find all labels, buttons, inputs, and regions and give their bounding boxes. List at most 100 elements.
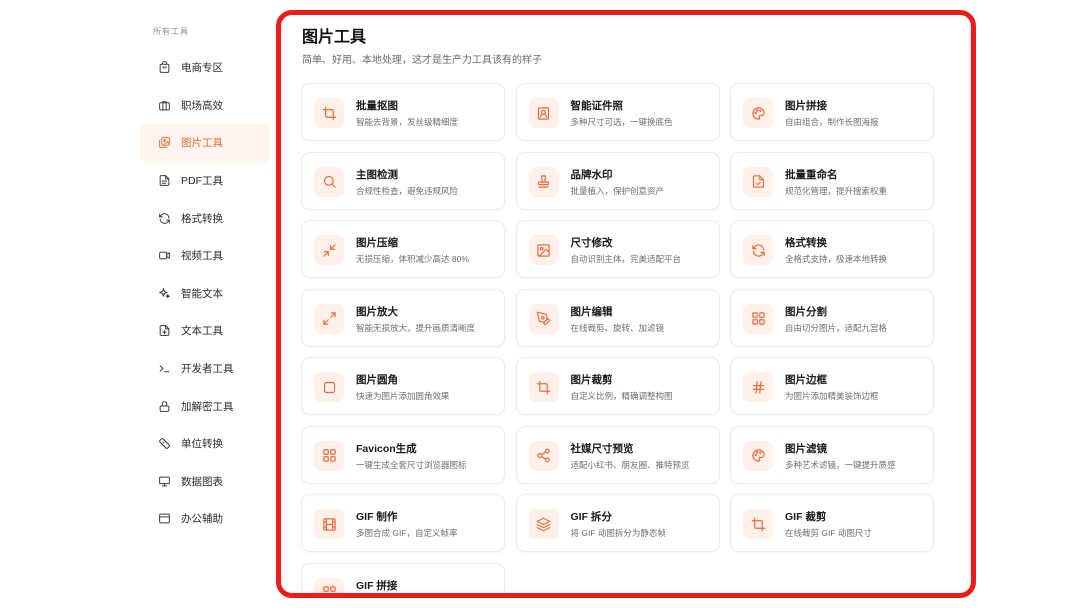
video-icon bbox=[158, 249, 171, 262]
tool-name: 图片圆角 bbox=[356, 374, 398, 386]
sidebar-item[interactable]: PDF工具 bbox=[140, 162, 270, 200]
sidebar-item[interactable]: 加解密工具 bbox=[140, 387, 270, 425]
tool-card[interactable]: 批量重命名 规范化管理，提升搜索权重 bbox=[730, 151, 934, 210]
file-plus-icon-glyph bbox=[159, 325, 170, 337]
tool-name: 图片拼接 bbox=[785, 100, 827, 112]
tool-card[interactable]: GIF 制作 多图合成 GIF，自定义帧率 bbox=[301, 494, 505, 552]
tool-name: 图片裁剪 bbox=[570, 374, 613, 386]
grid-icon bbox=[314, 440, 344, 471]
sidebar-item-label: PDF工具 bbox=[181, 175, 223, 188]
tool-name: 尺寸修改 bbox=[570, 237, 613, 249]
sidebar-item-label: 图片工具 bbox=[181, 137, 223, 150]
tool-description: 智能去背景，发丝级精细度 bbox=[356, 117, 459, 127]
id-photo-icon bbox=[528, 98, 559, 128]
file-check-icon bbox=[743, 166, 773, 197]
crop-icon-glyph bbox=[751, 517, 765, 531]
tool-name: Favicon生成 bbox=[356, 442, 417, 455]
tool-description: 多种艺术滤镜，一键提升质感 bbox=[785, 459, 896, 470]
tool-card[interactable]: 智能证件照 多种尺寸可选，一键换底色 bbox=[515, 83, 720, 141]
tool-description: 为图片添加精美装饰边框 bbox=[785, 391, 879, 401]
window-icon-glyph bbox=[159, 514, 170, 524]
tool-card[interactable]: 主图检测 合规性检查，避免违规风险 bbox=[301, 151, 505, 210]
tool-card[interactable]: 批量抠图智能去背景，发丝级精细度 bbox=[301, 83, 505, 141]
sidebar-item[interactable]: 电商专区 bbox=[140, 49, 270, 87]
sidebar-item-label: 数据图表 bbox=[181, 475, 223, 488]
tool-card[interactable]: 社媒尺寸预览 适配小红书、朋友圈、推特预览 bbox=[515, 425, 720, 484]
sidebar-item-label: 开发者工具 bbox=[181, 363, 234, 376]
file-text-icon-glyph bbox=[159, 175, 170, 186]
sidebar-item[interactable]: 单位转换 bbox=[140, 425, 270, 463]
palette-icon bbox=[743, 440, 773, 471]
presentation-icon bbox=[158, 475, 171, 488]
tool-card[interactable]: 格式转换 全格式支持，极速本地转换 bbox=[730, 220, 934, 278]
sidebar-item[interactable]: 文本工具 bbox=[140, 312, 270, 350]
sidebar-item[interactable]: 智能文本 bbox=[140, 275, 270, 313]
tool-name: 图片分割 bbox=[785, 305, 827, 318]
tool-name: 格式转换 bbox=[785, 237, 827, 249]
sparkles-icon bbox=[158, 287, 171, 300]
sparkles-icon-glyph bbox=[159, 287, 170, 299]
tool-description: 自动识别主体，完美适配平台 bbox=[570, 254, 682, 264]
sidebar-item[interactable]: 格式转换 bbox=[140, 199, 270, 237]
grid-icon bbox=[314, 577, 344, 593]
tool-card[interactable]: 尺寸修改自动识别主体，完美适配平台 bbox=[515, 220, 720, 278]
tool-card[interactable]: 图片裁剪 自定义比例，精确调整构图 bbox=[515, 357, 720, 415]
tool-name: 批量重命名 bbox=[785, 168, 838, 181]
tool-name: 批量抠图 bbox=[356, 100, 398, 112]
sidebar: 所有工具 电商专区 职场高效 图片工具 PDF工具 格式转换 视频工具 智能文本 文本工具 开发… bbox=[140, 0, 270, 608]
tool-card[interactable]: Favicon生成一键生成全套尺寸浏览器图标 bbox=[301, 425, 505, 484]
tool-description: 智能无损放大，提升画质清晰度 bbox=[356, 322, 476, 333]
sidebar-item-label: 办公辅助 bbox=[181, 513, 223, 526]
hash-icon bbox=[743, 372, 773, 402]
sidebar-item[interactable]: 办公辅助 bbox=[140, 500, 270, 538]
main-panel: 图片工具 简单、好用、本地处理，这才是生产力工具该有的样子 批量抠图 智能去背景，… bbox=[276, 10, 976, 598]
tool-card[interactable]: 图片拼接 自由组合，制作长图海报 bbox=[730, 83, 934, 141]
tool-card[interactable]: GIF 拼接多个 GIF 动图拼接合并 bbox=[301, 562, 505, 593]
terminal-icon bbox=[158, 362, 171, 375]
tool-card[interactable]: 品牌水印 批量植入，保护创意资产 bbox=[515, 151, 720, 210]
sidebar-item[interactable]: 视频工具 bbox=[140, 237, 270, 275]
tool-card[interactable]: 图片滤镜 多种艺术滤镜，一键提升质感 bbox=[730, 425, 934, 484]
pen-tool-icon bbox=[528, 303, 559, 334]
crop-icon-glyph bbox=[322, 106, 336, 120]
tool-card[interactable]: 图片放大智能无损放大，提升画质清晰度 bbox=[301, 288, 505, 347]
tool-card[interactable]: 图片压缩无损压缩，体积减少高达 80% bbox=[301, 220, 505, 278]
layers-icon bbox=[528, 509, 559, 539]
tool-card[interactable]: 图片圆角 快速为图片添加圆角效果 bbox=[301, 357, 505, 415]
tool-card[interactable]: 图片分割 自由切分图片，适配九宫格 bbox=[730, 288, 934, 347]
square-icon-glyph bbox=[323, 381, 335, 393]
page-subtitle: 简单、好用、本地处理，这才是生产力工具该有的样子 bbox=[302, 55, 542, 66]
tool-card[interactable]: 图片边框 为图片添加精美装饰边框 bbox=[730, 357, 934, 415]
lock-icon-glyph bbox=[159, 400, 170, 412]
tool-description: 一键生成全套尺寸浏览器图标 bbox=[356, 459, 467, 470]
video-icon-glyph bbox=[159, 252, 170, 260]
tool-description: 无损压缩，体积减少高达 80% bbox=[356, 254, 469, 264]
sidebar-item-label: 单位转换 bbox=[181, 438, 223, 451]
tool-name: 图片压缩 bbox=[356, 237, 398, 249]
grid-icon bbox=[743, 303, 773, 334]
ruler-icon bbox=[158, 437, 171, 450]
stamp-icon-glyph bbox=[537, 175, 550, 188]
film-icon-glyph bbox=[322, 517, 336, 531]
tool-name: 图片放大 bbox=[356, 305, 398, 318]
crop-icon bbox=[743, 509, 773, 539]
sidebar-item[interactable]: 图片工具 bbox=[140, 124, 270, 162]
palette-icon bbox=[743, 98, 773, 128]
tool-card[interactable]: GIF 裁剪 在线裁剪 GIF 动图尺寸 bbox=[730, 494, 934, 552]
tool-card[interactable]: 图片编辑 在线裁剪、旋转、加滤镜 bbox=[515, 288, 720, 347]
palette-icon-glyph bbox=[751, 106, 765, 120]
palette-icon-glyph bbox=[751, 449, 765, 462]
file-check-icon-glyph bbox=[752, 175, 764, 188]
tool-card[interactable]: GIF 拆分将 GIF 动图拆分为静态帧 bbox=[515, 494, 720, 552]
sidebar-item-label: 文本工具 bbox=[181, 325, 223, 338]
sidebar-nav: 电商专区 职场高效图片工具 PDF工具格式转换 视频工具 智能文本文本工具开发者工具加解… bbox=[140, 49, 270, 538]
share-icon-glyph bbox=[537, 448, 550, 463]
presentation-icon-glyph bbox=[159, 476, 170, 487]
sidebar-item[interactable]: 数据图表 bbox=[140, 463, 270, 501]
tool-description: 在线裁剪 GIF 动图尺寸 bbox=[785, 528, 872, 538]
tool-name: 社媒尺寸预览 bbox=[570, 442, 634, 455]
sidebar-item[interactable]: 开发者工具 bbox=[140, 350, 270, 388]
sidebar-item[interactable]: 职场高效 bbox=[140, 87, 270, 125]
tool-description: 批量植入，保护创意资产 bbox=[570, 185, 665, 196]
shopping-bag-icon bbox=[158, 61, 171, 74]
